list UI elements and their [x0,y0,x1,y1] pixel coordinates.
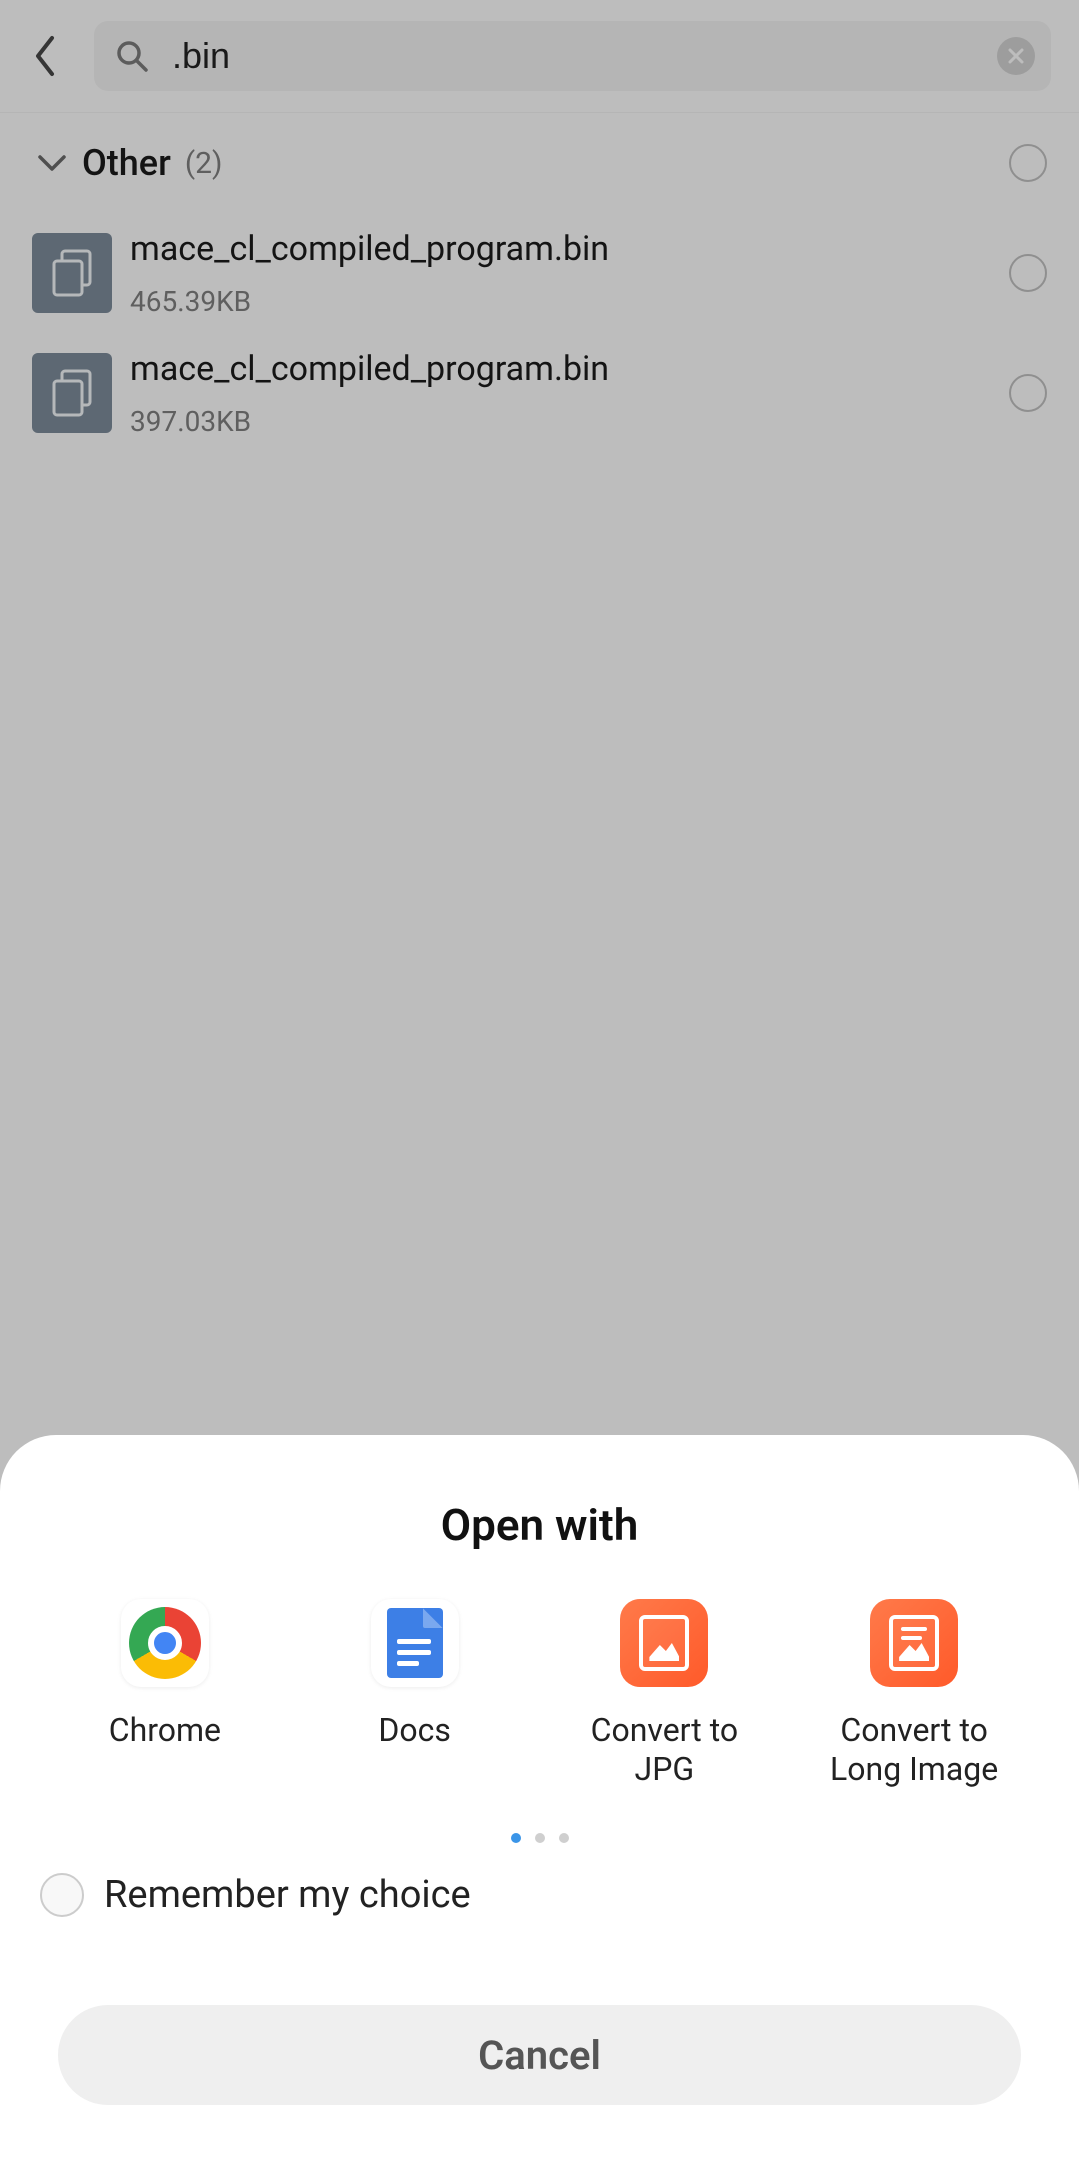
pager-dot[interactable] [559,1833,569,1843]
clear-search-button[interactable] [997,37,1035,75]
app-docs[interactable]: Docs [325,1599,505,1789]
open-with-sheet: Open with Chrome Docs Convert to JPG [0,1435,1079,2165]
app-convert-jpg[interactable]: Convert to JPG [574,1599,754,1789]
sheet-title: Open with [0,1499,1079,1551]
app-label: Convert to JPG [574,1711,754,1789]
cancel-label: Cancel [478,2032,601,2079]
convert-jpg-icon [620,1599,708,1687]
file-name: mace_cl_compiled_program.bin [130,349,1009,389]
chrome-icon [121,1599,209,1687]
cancel-button[interactable]: Cancel [58,2005,1021,2105]
file-size: 465.39KB [130,285,1009,318]
file-row[interactable]: mace_cl_compiled_program.bin 465.39KB [0,213,1079,333]
app-label: Docs [378,1711,451,1750]
remember-checkbox[interactable] [40,1873,84,1917]
file-name: mace_cl_compiled_program.bin [130,229,1009,269]
category-row[interactable]: Other (2) [0,113,1079,213]
remember-choice-row[interactable]: Remember my choice [0,1843,1079,1917]
category-count: (2) [185,146,223,181]
pager-dot[interactable] [511,1833,521,1843]
select-all-radio[interactable] [1009,144,1047,182]
app-label: Convert to Long Image [824,1711,1004,1789]
file-row[interactable]: mace_cl_compiled_program.bin 397.03KB [0,333,1079,453]
remember-label: Remember my choice [104,1873,471,1917]
docs-icon [371,1599,459,1687]
pager-dot[interactable] [535,1833,545,1843]
search-header [0,0,1079,113]
app-chrome[interactable]: Chrome [75,1599,255,1789]
file-select-radio[interactable] [1009,374,1047,412]
file-select-radio[interactable] [1009,254,1047,292]
file-text: mace_cl_compiled_program.bin 397.03KB [130,349,1009,438]
pager-dots [0,1833,1079,1843]
chevron-down-icon [32,153,72,173]
file-icon [32,353,112,433]
app-convert-long-image[interactable]: Convert to Long Image [824,1599,1004,1789]
search-icon [110,34,154,78]
file-text: mace_cl_compiled_program.bin 465.39KB [130,229,1009,318]
app-label: Chrome [109,1711,221,1750]
category-label: Other [82,142,171,184]
file-size: 397.03KB [130,405,1009,438]
file-icon [32,233,112,313]
search-box[interactable] [94,21,1051,91]
app-grid: Chrome Docs Convert to JPG Co [0,1551,1079,1789]
search-input[interactable] [154,35,997,77]
convert-long-image-icon [870,1599,958,1687]
back-button[interactable] [20,34,72,78]
